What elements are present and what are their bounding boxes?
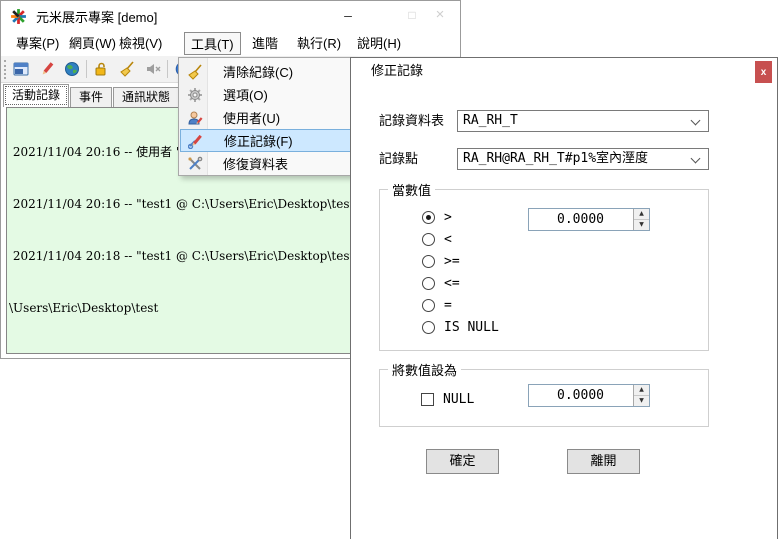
close-button[interactable]: × [427, 1, 453, 31]
menu-item-label: 選項(O) [223, 85, 268, 104]
ok-button[interactable]: 確定 [426, 449, 499, 474]
radio-button[interactable] [422, 233, 435, 246]
record-point-label: 記錄點 [379, 150, 418, 170]
radio-button[interactable] [422, 321, 435, 334]
operator-label: IS NULL [444, 320, 499, 335]
set-value-group-label: 將數值設為 [388, 360, 461, 379]
menu-item-fix-record[interactable]: 修正記錄(F) [180, 129, 352, 152]
chevron-down-icon [691, 116, 701, 126]
null-checkbox-label: NULL [443, 392, 474, 407]
set-value[interactable]: 0.0000 [529, 385, 632, 406]
toolbar-separator [86, 60, 87, 78]
speaker-mute-icon[interactable] [143, 59, 163, 79]
menu-item-users[interactable]: 使用者(U) [180, 106, 352, 129]
tab-activity-log[interactable]: 活動記錄 [3, 84, 69, 107]
spinner-buttons: ▲ ▼ [633, 209, 649, 230]
window-title: 元米展示專案 [demo] [36, 7, 157, 26]
radio-lt[interactable]: < [422, 229, 452, 249]
globe-icon[interactable] [62, 59, 82, 79]
screen: 元米展示專案 [demo] – □ × 專案(P) 網頁(W) 檢視(V) 工具… [0, 0, 779, 539]
radio-lte[interactable]: <= [422, 273, 460, 293]
radio-button[interactable] [422, 299, 435, 312]
set-value-spinner[interactable]: 0.0000 ▲ ▼ [528, 384, 650, 407]
toolbar-separator [167, 60, 168, 78]
menu-view[interactable]: 檢視(V) [113, 32, 168, 55]
operator-label: <= [444, 276, 460, 291]
menu-item-label: 使用者(U) [223, 108, 280, 127]
menu-item-label: 修復資料表 [223, 154, 288, 173]
window-icon[interactable] [11, 59, 31, 79]
tab-strip: 活動記錄 事件 通訊狀態 [3, 84, 180, 107]
fix-record-dialog: 修正記錄 x 記錄資料表 RA_RH_T 記錄點 RA_RH@RA_RH_T#p… [350, 57, 778, 539]
toolbar-grip[interactable] [4, 60, 6, 79]
radio-button[interactable] [422, 277, 435, 290]
lock-icon[interactable] [91, 59, 111, 79]
spin-down-icon[interactable]: ▼ [634, 220, 649, 230]
menu-project[interactable]: 專案(P) [10, 32, 65, 55]
broom-icon [180, 64, 209, 80]
radio-button[interactable] [422, 255, 435, 268]
spin-down-icon[interactable]: ▼ [634, 396, 649, 406]
main-titlebar: 元米展示專案 [demo] – □ × [1, 1, 460, 31]
operator-label: = [444, 298, 452, 313]
menu-item-repair-table[interactable]: 修復資料表 [180, 152, 352, 175]
record-table-label: 記錄資料表 [379, 112, 444, 132]
operator-label: < [444, 232, 452, 247]
menu-tools[interactable]: 工具(T) [184, 32, 241, 55]
condition-value-spinner[interactable]: 0.0000 ▲ ▼ [528, 208, 650, 231]
condition-value[interactable]: 0.0000 [529, 209, 632, 230]
maximize-button[interactable]: □ [399, 1, 425, 31]
app-icon [10, 8, 27, 25]
record-point-combobox[interactable]: RA_RH@RA_RH_T#p1%室內溼度 [457, 148, 709, 170]
radio-eq[interactable]: = [422, 295, 452, 315]
chevron-down-icon [691, 154, 701, 164]
gear-icon [180, 87, 209, 103]
record-point-value: RA_RH@RA_RH_T#p1%室內溼度 [463, 151, 648, 166]
operator-label: > [444, 210, 452, 225]
menu-item-options[interactable]: 選項(O) [180, 83, 352, 106]
tools-menu-popup: 清除紀錄(C) 選項(O) [178, 57, 354, 176]
radio-button[interactable] [422, 211, 435, 224]
record-table-value: RA_RH_T [463, 113, 518, 128]
null-checkbox[interactable] [421, 393, 434, 406]
condition-group-label: 當數值 [388, 180, 435, 199]
menu-advanced[interactable]: 進階 [246, 32, 284, 55]
repair-table-icon [180, 156, 209, 172]
dialog-title: 修正記錄 [371, 58, 423, 86]
tab-comm-status[interactable]: 通訊狀態 [113, 87, 179, 107]
menu-bar: 專案(P) 網頁(W) 檢視(V) 工具(T) 進階 執行(R) 說明(H) [1, 31, 460, 56]
spin-up-icon[interactable]: ▲ [634, 209, 649, 220]
spinner-buttons: ▲ ▼ [633, 385, 649, 406]
broom-icon[interactable] [117, 59, 137, 79]
operator-label: >= [444, 254, 460, 269]
menu-item-label: 修正記錄(F) [224, 131, 293, 150]
spin-up-icon[interactable]: ▲ [634, 385, 649, 396]
null-checkbox-row[interactable]: NULL [421, 389, 474, 409]
record-table-combobox[interactable]: RA_RH_T [457, 110, 709, 132]
menu-help[interactable]: 說明(H) [351, 32, 407, 55]
radio-is-null[interactable]: IS NULL [422, 317, 499, 337]
radio-gt[interactable]: > [422, 207, 452, 227]
exit-button[interactable]: 離開 [567, 449, 640, 474]
edit-record-icon [181, 133, 210, 149]
minimize-button[interactable]: – [335, 1, 361, 31]
radio-gte[interactable]: >= [422, 251, 460, 271]
user-icon [180, 110, 209, 126]
tab-events[interactable]: 事件 [70, 87, 112, 107]
dialog-close-button[interactable]: x [755, 61, 772, 83]
menu-item-clear-log[interactable]: 清除紀錄(C) [180, 60, 352, 83]
menu-run[interactable]: 執行(R) [291, 32, 347, 55]
menu-item-label: 清除紀錄(C) [223, 62, 293, 81]
pencil-icon[interactable] [37, 59, 57, 79]
